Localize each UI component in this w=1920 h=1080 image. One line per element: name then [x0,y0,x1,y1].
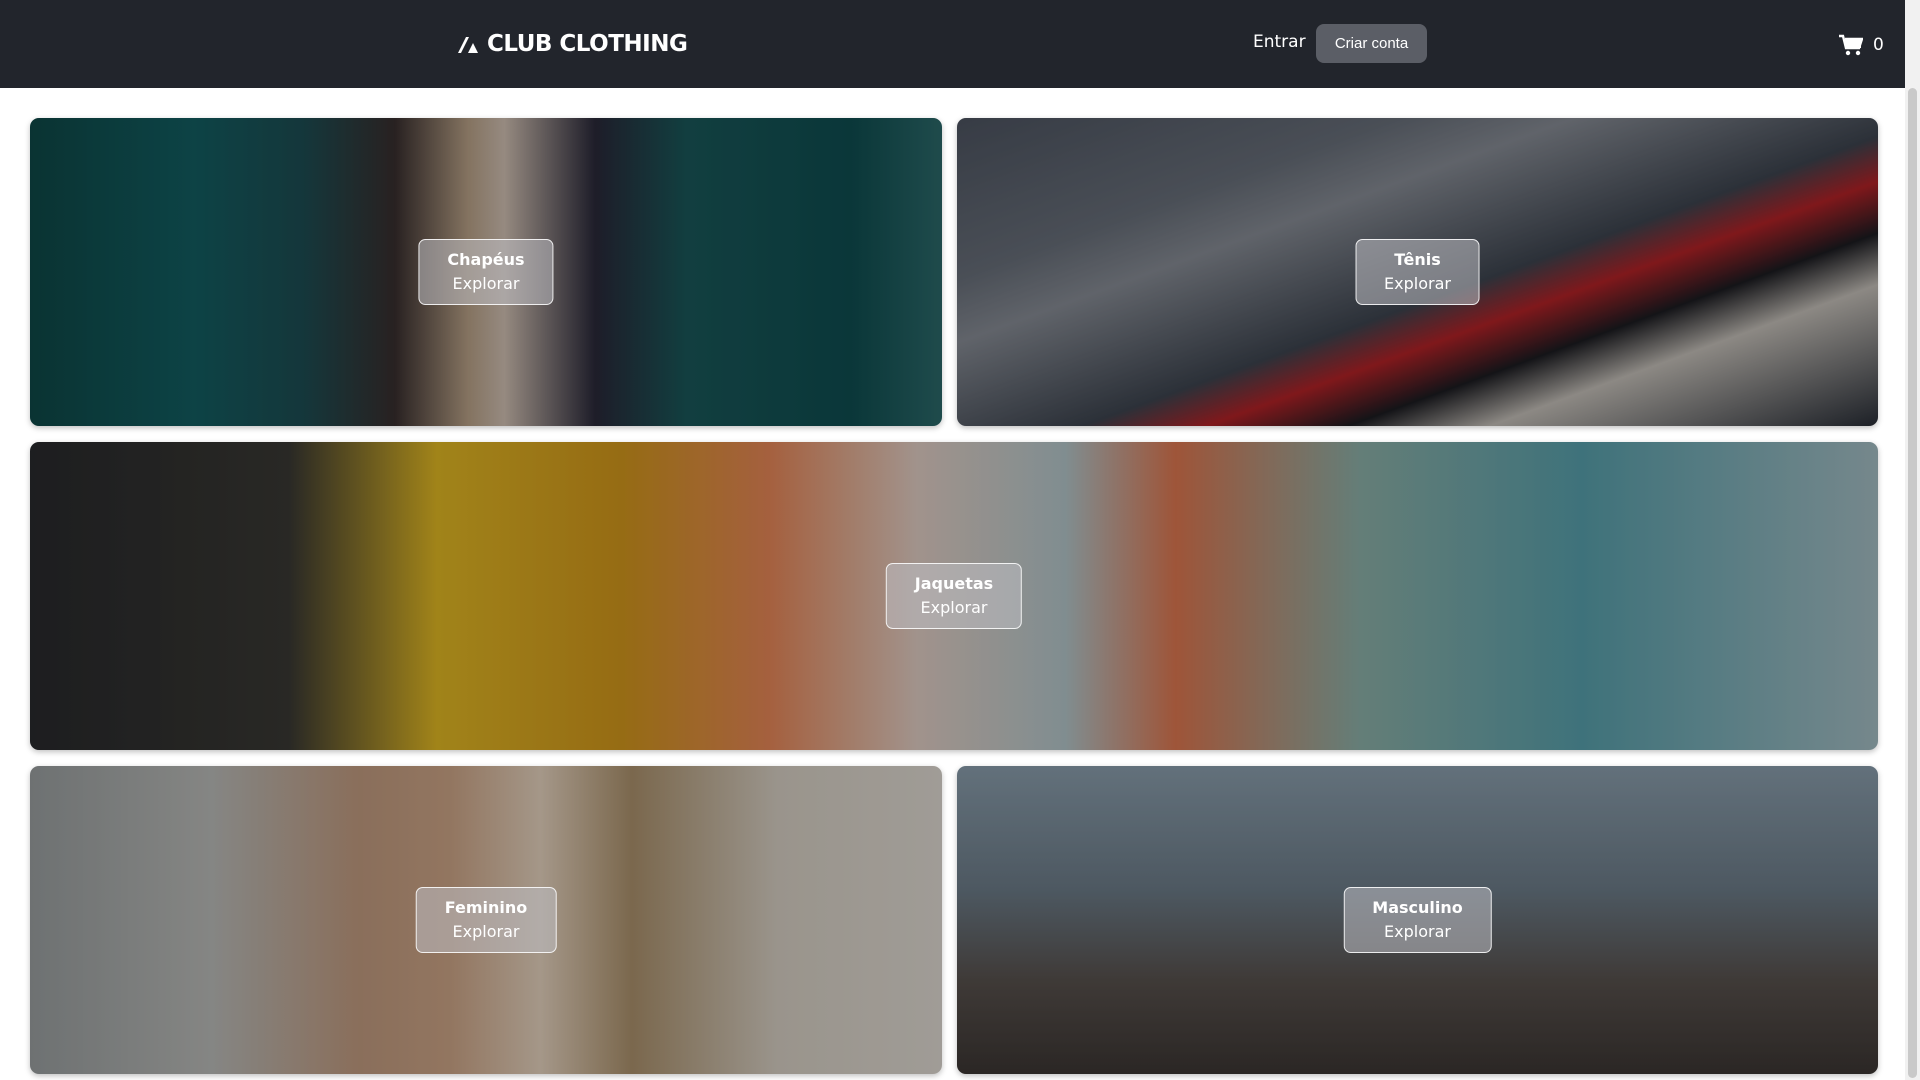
top-navbar: CLUB CLOTHING Entrar Criar conta 0 [0,0,1905,88]
brand-name: CLUB CLOTHING [487,31,688,57]
category-card-women[interactable]: Feminino Explorar [30,766,942,1074]
category-title: Chapéus [447,250,525,269]
cart-button[interactable]: 0 [1839,34,1884,56]
cart-icon [1839,34,1863,56]
explore-text: Explorar [452,922,520,941]
category-card-men[interactable]: Masculino Explorar [957,766,1878,1074]
category-card-jackets[interactable]: Jaquetas Explorar [30,442,1878,750]
scrollbar-thumb[interactable] [1908,88,1917,1078]
category-label[interactable]: Tênis Explorar [1355,239,1480,305]
category-title: Jaquetas [914,574,994,593]
brand-logo[interactable]: CLUB CLOTHING [457,28,688,60]
category-card-sneakers[interactable]: Tênis Explorar [957,118,1878,426]
category-label[interactable]: Masculino Explorar [1343,887,1492,953]
sign-in-link[interactable]: Entrar [1253,32,1306,52]
category-label[interactable]: Feminino Explorar [415,887,557,953]
category-title: Tênis [1394,250,1441,269]
explore-text: Explorar [1384,274,1451,293]
create-account-button[interactable]: Criar conta [1316,24,1427,63]
explore-text: Explorar [920,598,988,617]
explore-text: Explorar [1384,922,1451,941]
category-label[interactable]: Jaquetas Explorar [885,563,1023,629]
category-card-hats[interactable]: Chapéus Explorar [30,118,942,426]
category-label[interactable]: Chapéus Explorar [418,239,554,305]
logo-icon [458,37,478,53]
cart-count: 0 [1873,35,1884,55]
category-title: Masculino [1372,898,1463,917]
category-title: Feminino [444,898,528,917]
explore-text: Explorar [452,274,520,293]
